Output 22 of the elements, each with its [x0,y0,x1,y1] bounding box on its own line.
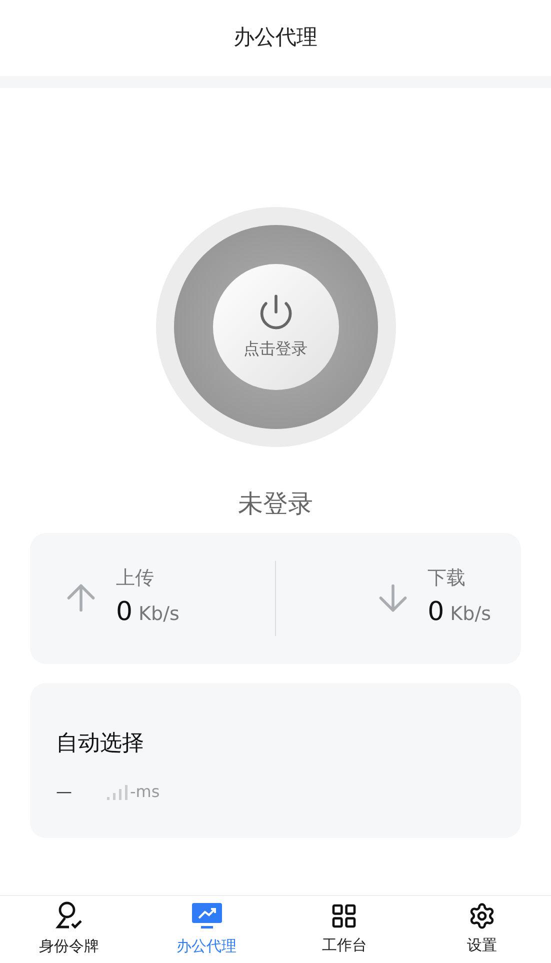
node-card[interactable]: 自动选择 — -ms [30,682,521,838]
monitor-chart-icon [190,901,223,932]
speed-unit: Kb/s [138,602,180,627]
page-title: 办公代理 [234,24,318,52]
speed-label: 上传 [116,566,155,592]
status-text: 未登录 [238,488,313,520]
tab-bar-item[interactable]: 身份令牌 [0,896,138,963]
node-title: 自动选择 [56,730,145,758]
speed-value: 0 [428,596,444,629]
tab-bar-item[interactable]: 办公代理 [138,896,276,963]
speed-unit: Kb/s [450,602,491,627]
login-button[interactable]: 点击登录 [212,264,338,390]
settings-icon [468,902,496,930]
speed-value: 0 [116,596,133,629]
user-check-icon [54,901,83,932]
node-dash: — [56,780,73,802]
speed-label: 下载 [428,566,467,592]
tab-bar-item[interactable]: 工作台 [276,896,414,963]
latency-text: -ms [130,780,160,802]
grid-icon [330,902,358,930]
signal-icon [106,784,128,800]
tab-bar-item[interactable]: 设置 [413,896,551,963]
